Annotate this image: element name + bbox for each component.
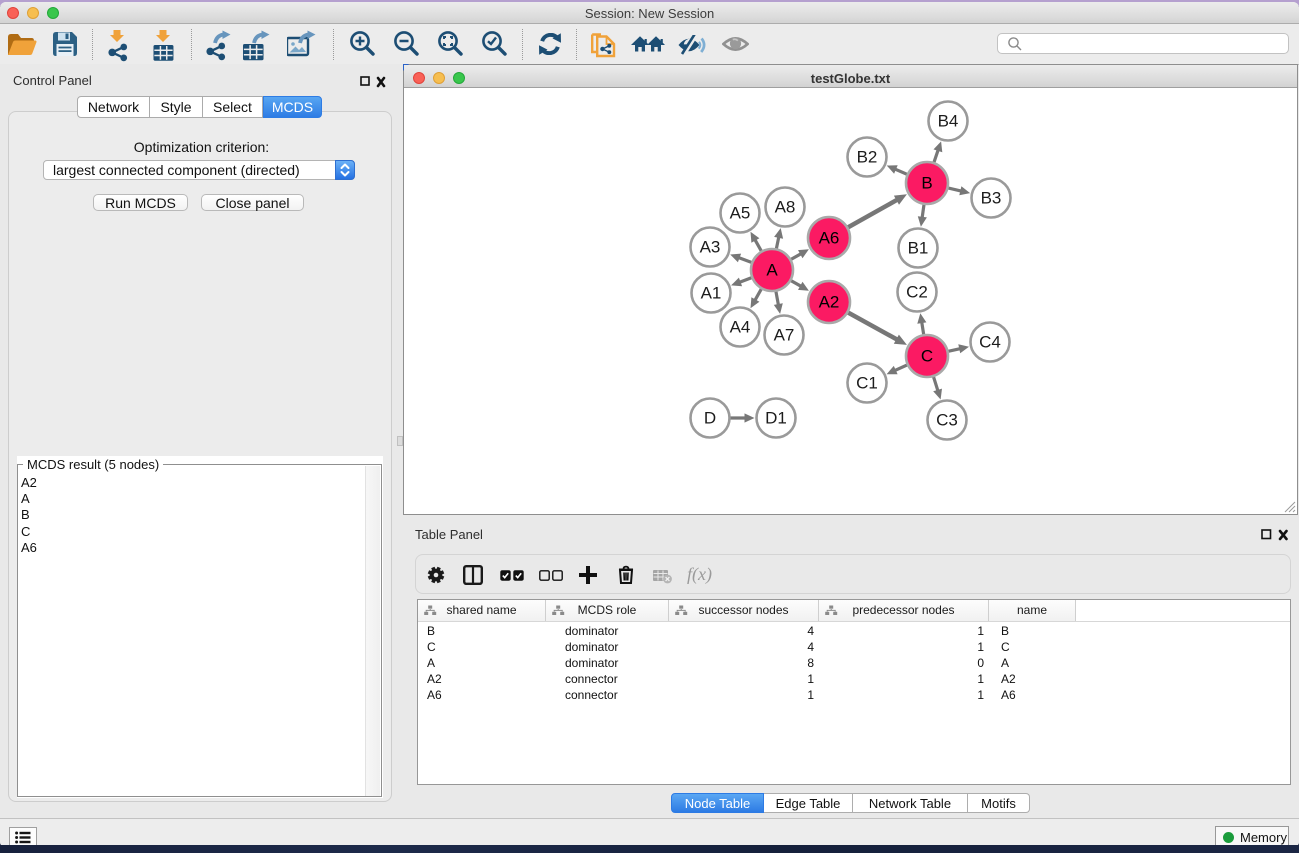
svg-text:D: D	[704, 409, 716, 428]
svg-text:D1: D1	[765, 409, 787, 428]
svg-text:A6: A6	[819, 229, 840, 248]
svg-text:A4: A4	[730, 318, 751, 337]
svg-text:A1: A1	[701, 284, 722, 303]
svg-text:A2: A2	[819, 293, 840, 312]
svg-text:C: C	[921, 347, 933, 366]
svg-text:A3: A3	[700, 238, 721, 257]
svg-text:B4: B4	[938, 112, 959, 131]
svg-text:A7: A7	[774, 326, 795, 345]
svg-text:B3: B3	[981, 189, 1002, 208]
svg-text:B1: B1	[908, 239, 929, 258]
svg-text:B2: B2	[857, 148, 878, 167]
svg-text:C1: C1	[856, 374, 878, 393]
svg-text:B: B	[921, 174, 932, 193]
svg-text:A: A	[766, 261, 778, 280]
svg-text:A8: A8	[775, 198, 796, 217]
svg-text:C2: C2	[906, 283, 928, 302]
svg-text:C3: C3	[936, 411, 958, 430]
svg-text:A5: A5	[730, 204, 751, 223]
svg-text:C4: C4	[979, 333, 1001, 352]
